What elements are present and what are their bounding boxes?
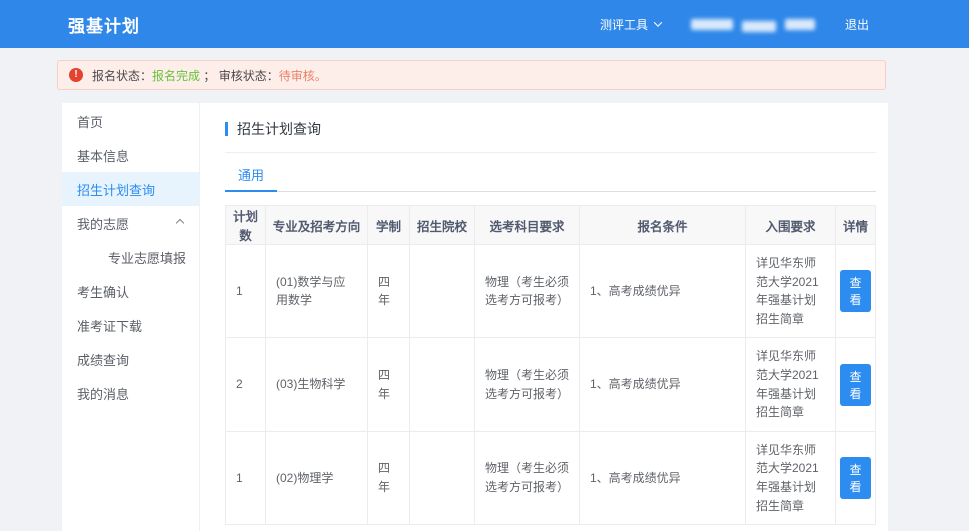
alert-separator: ； (203, 68, 216, 83)
sidebar-item-2[interactable]: 基本信息 (62, 138, 199, 172)
alert-text: 报名状态：报名完成 ； 审核状态：待审核。 (92, 67, 327, 84)
top-navbar: 强基计划 测评工具 退出 (0, 0, 969, 48)
cell-subject_req: 物理（考生必须选考方可报考） (474, 243, 580, 339)
cell-duration: 四年 (367, 430, 410, 526)
cell-major: (02)物理学 (265, 430, 368, 526)
sidebar-item-label: 我的志愿 (77, 216, 130, 232)
cell-college (409, 243, 475, 339)
cell-subject_req: 物理（考生必须选考方可报考） (474, 430, 580, 526)
plan-table: 计划数 专业及招考方向 学制 招生院校 选考科目要求 报名条件 入围要求 详情 1 (01)数学… (225, 205, 876, 526)
tab-general[interactable]: 通用 (225, 159, 278, 192)
sidebar-item-label: 专业志愿填报 (108, 250, 187, 266)
logout-button[interactable]: 退出 (845, 16, 869, 33)
column-header: 报名条件 (579, 205, 746, 245)
table-row: 1 (01)数学与应用数学 四年 物理（考生必须选考方可报考） 1、高考成绩优异 详见华东… (225, 243, 876, 339)
sidebar-item-5[interactable]: 专业志愿填报 (62, 240, 199, 274)
redacted-block (784, 18, 815, 30)
sidebar-item-label: 首页 (77, 114, 104, 130)
cell-major: (01)数学与应用数学 (265, 243, 368, 339)
column-header: 专业及招考方向 (265, 205, 368, 245)
cell-shortlist_req: 详见华东师范大学2021年强基计划招生简章 (745, 337, 836, 432)
cell-apply_cond: 1、高考成绩优异 (579, 243, 746, 339)
sidebar-item-label: 我的消息 (77, 386, 130, 402)
column-header: 入围要求 (745, 205, 836, 245)
sidebar-item-8[interactable]: 成绩查询 (62, 342, 199, 376)
title-accent-bar (225, 122, 228, 136)
cell-plan_count: 1 (225, 430, 266, 526)
cell-shortlist_req: 详见华东师范大学2021年强基计划招生简章 (745, 243, 836, 339)
tool-menu[interactable]: 测评工具 (599, 16, 663, 33)
column-header: 详情 (835, 205, 876, 245)
cell-apply_cond: 1、高考成绩优异 (579, 337, 746, 432)
cell-subject_req: 物理（考生必须选考方可报考） (474, 337, 580, 432)
signup-status-value: 报名完成 (152, 68, 201, 83)
redacted-block (741, 20, 776, 32)
redacted-block (690, 18, 733, 30)
view-detail-button[interactable]: 查看 (840, 363, 871, 406)
cell-college (409, 430, 475, 526)
main-panel: 招生计划查询 通用 计划数 专业及招考方向 学制 招生院校 选考科目要求 报名条件 入围要求… (200, 103, 888, 531)
sidebar-item-label: 准考证下载 (77, 318, 143, 334)
column-header: 计划数 (225, 205, 266, 245)
cell-shortlist_req: 详见华东师范大学2021年强基计划招生简章 (745, 430, 836, 526)
app-title: 强基计划 (68, 16, 140, 36)
sidebar-item-7[interactable]: 准考证下载 (62, 308, 199, 342)
table-header-row: 计划数 专业及招考方向 学制 招生院校 选考科目要求 报名条件 入围要求 详情 (225, 205, 876, 245)
sidebar-item-1[interactable]: 首页 (62, 104, 199, 138)
page-title: 招生计划查询 (237, 121, 321, 137)
sidebar-item-label: 成绩查询 (77, 352, 130, 368)
cell-duration: 四年 (367, 243, 410, 339)
sidebar-item-4[interactable]: 我的志愿 (62, 206, 199, 240)
column-header: 招生院校 (409, 205, 475, 245)
user-name-redacted (690, 18, 815, 32)
page-title-row: 招生计划查询 (225, 119, 876, 153)
view-detail-button[interactable]: 查看 (840, 456, 871, 499)
sidebar-item-6[interactable]: 考生确认 (62, 274, 199, 308)
table-body: 1 (01)数学与应用数学 四年 物理（考生必须选考方可报考） 1、高考成绩优异 详见华东… (225, 243, 876, 526)
exclamation-circle-icon: ! (69, 68, 83, 82)
content-card: 首页 基本信息 招生计划查询 我的志愿 专业志愿填报 考生确认 准考证下载 成绩查询 我的消息 … (62, 103, 888, 531)
column-header: 选考科目要求 (474, 205, 580, 245)
review-status-label: 审核状态： (218, 68, 279, 83)
column-header: 学制 (367, 205, 410, 245)
sidebar-item-label: 招生计划查询 (77, 182, 156, 198)
cell-action: 查看 (835, 243, 876, 339)
chevron-down-icon (653, 18, 663, 27)
tool-menu-label: 测评工具 (599, 17, 648, 32)
sidebar-menu: 首页基本信息招生计划查询 我的志愿专业志愿填报考生确认准考证下载成绩查询我的消息 (62, 103, 200, 531)
review-status-value: 待审核。 (278, 68, 327, 83)
table-row: 1 (02)物理学 四年 物理（考生必须选考方可报考） 1、高考成绩优异 详见华东师范大学… (225, 430, 876, 526)
table-row: 2 (03)生物科学 四年 物理（考生必须选考方可报考） 1、高考成绩优异 详见华东师范大… (225, 337, 876, 432)
cell-duration: 四年 (367, 337, 410, 432)
sidebar-item-label: 考生确认 (77, 284, 130, 300)
cell-action: 查看 (835, 337, 876, 432)
cell-plan_count: 2 (225, 337, 266, 432)
topbar-right: 测评工具 退出 (600, 16, 869, 33)
tab-bar: 通用 (225, 159, 876, 192)
cell-apply_cond: 1、高考成绩优异 (579, 430, 746, 526)
view-detail-button[interactable]: 查看 (840, 270, 871, 313)
cell-plan_count: 1 (225, 243, 266, 339)
cell-action: 查看 (835, 430, 876, 526)
chevron-up-icon (175, 218, 185, 228)
sidebar-item-label: 基本信息 (77, 148, 130, 164)
signup-status-label: 报名状态： (92, 68, 153, 83)
cell-major: (03)生物科学 (265, 337, 368, 432)
sidebar-item-3[interactable]: 招生计划查询 (62, 172, 199, 206)
sidebar-item-9[interactable]: 我的消息 (62, 376, 199, 410)
status-alert: ! 报名状态：报名完成 ； 审核状态：待审核。 (57, 60, 886, 90)
cell-college (409, 337, 475, 432)
